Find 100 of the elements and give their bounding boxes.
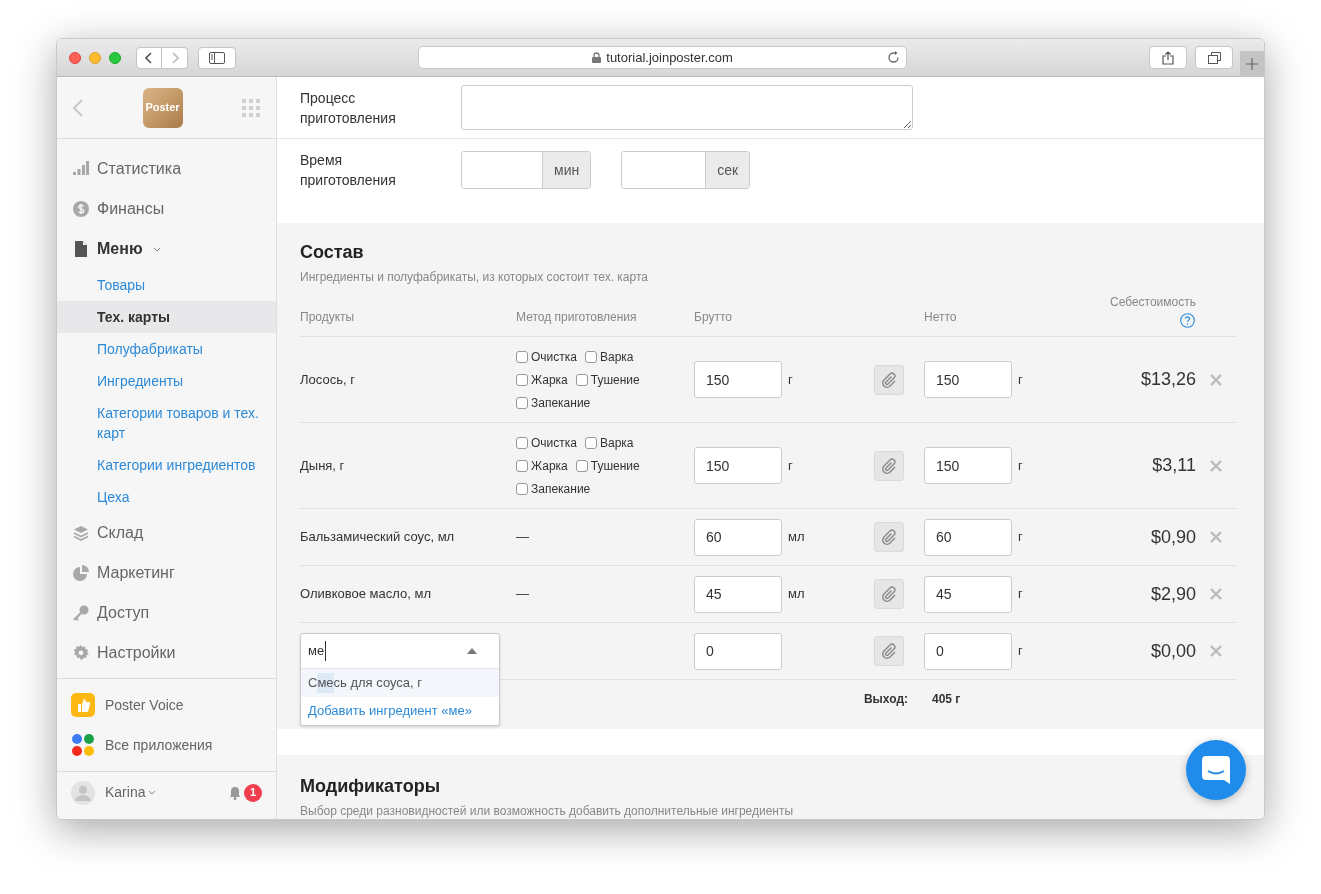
unit-label: г xyxy=(1018,456,1023,475)
reload-icon[interactable] xyxy=(887,51,900,64)
product-name: Лосось, г xyxy=(300,370,355,389)
notification-badge: 1 xyxy=(244,783,262,802)
attach-button[interactable] xyxy=(874,522,904,552)
url-text: tutorial.joinposter.com xyxy=(606,48,733,67)
section-subtitle: Ингредиенты и полуфабрикаты, из которых состоит тех. карта xyxy=(300,269,649,286)
pie-chart-icon xyxy=(73,565,89,581)
dropdown-option[interactable]: Смесь для соуса, г xyxy=(301,669,499,697)
cost-value: $13,26 xyxy=(1140,368,1196,391)
user-menu[interactable]: Karina xyxy=(105,782,157,803)
attach-button[interactable] xyxy=(874,636,904,666)
remove-icon[interactable] xyxy=(1210,588,1222,600)
time-field[interactable]: сек xyxy=(621,151,751,189)
sidebar-toggle-button[interactable] xyxy=(198,46,236,69)
remove-icon[interactable] xyxy=(1210,531,1222,543)
remove-icon[interactable] xyxy=(1210,373,1222,386)
tabs-button[interactable] xyxy=(1195,46,1233,69)
attach-button[interactable] xyxy=(874,364,904,395)
submenu-link[interactable]: Тех. карты xyxy=(57,301,276,333)
column-header: Брутто xyxy=(694,309,732,326)
cost-value: $0,00 xyxy=(1150,639,1196,663)
chevron-right-icon xyxy=(170,51,179,64)
method-checkbox[interactable]: Тушение xyxy=(575,456,640,475)
app-link[interactable]: Poster Voice xyxy=(57,685,276,725)
nav-item[interactable]: Статистика xyxy=(57,149,276,189)
time-field[interactable]: мин xyxy=(461,151,592,189)
cost-value: $3,11 xyxy=(1152,454,1196,477)
submenu-link[interactable]: Цеха xyxy=(57,481,276,513)
nav-item[interactable]: Склад xyxy=(57,513,276,553)
apps-grid-icon[interactable] xyxy=(242,98,260,117)
remove-icon[interactable] xyxy=(1210,645,1222,657)
forward-button[interactable] xyxy=(162,46,188,69)
caret-up-icon xyxy=(467,648,477,654)
number-field[interactable]: 60 xyxy=(694,518,782,556)
field-label: Процесс приготовления xyxy=(300,88,397,128)
column-header: Себестоимость xyxy=(1109,295,1196,309)
remove-icon[interactable] xyxy=(1210,459,1222,472)
unit-label: г xyxy=(1018,528,1023,547)
plus-icon xyxy=(1246,58,1258,70)
help-icon[interactable] xyxy=(1180,313,1195,328)
maximize-icon[interactable] xyxy=(109,51,121,64)
attach-button[interactable] xyxy=(874,579,904,609)
paperclip-icon xyxy=(881,457,897,474)
nav-item[interactable]: Финансы xyxy=(57,189,276,229)
nav-item[interactable]: Меню xyxy=(57,229,276,269)
app-link[interactable]: Все приложения xyxy=(57,725,276,765)
nav-item[interactable]: Настройки xyxy=(57,633,276,673)
minimize-icon[interactable] xyxy=(89,51,101,64)
dash-text: — xyxy=(516,585,529,604)
section-title: Состав xyxy=(300,241,365,264)
method-checkbox[interactable]: Варка xyxy=(585,347,634,366)
colored-dots-icon xyxy=(71,733,95,757)
method-checkbox[interactable]: Жарка xyxy=(516,456,568,475)
bell-icon[interactable] xyxy=(229,785,241,800)
new-tab-button[interactable] xyxy=(1240,51,1264,77)
unit-label: г xyxy=(1018,642,1023,661)
back-button[interactable] xyxy=(136,46,162,69)
method-checkbox[interactable]: Варка xyxy=(585,433,634,452)
submenu-link[interactable]: Категории ингредиентов xyxy=(57,449,276,481)
number-field[interactable]: 150 xyxy=(694,447,782,484)
method-checkbox[interactable]: Тушение xyxy=(575,370,640,389)
cost-value: $0,90 xyxy=(1150,525,1196,549)
chat-button[interactable] xyxy=(1186,740,1246,800)
share-icon xyxy=(1162,50,1174,65)
section-subtitle: Выбор среди разновидностей или возможность добавить дополнительные ингредиенты xyxy=(300,803,795,819)
method-checkbox[interactable]: Запекание xyxy=(516,393,591,412)
sidebar-icon xyxy=(209,51,225,64)
process-textarea[interactable] xyxy=(461,85,913,130)
number-field[interactable]: 0 xyxy=(694,632,782,670)
method-checkbox[interactable]: Очистка xyxy=(516,347,577,366)
number-field[interactable]: 45 xyxy=(694,575,782,613)
nav-item[interactable]: Маркетинг xyxy=(57,553,276,593)
submenu-link[interactable]: Категории товаров и тех. карт xyxy=(57,397,276,449)
chevron-icon xyxy=(152,246,161,252)
method-checkbox[interactable]: Запекание xyxy=(516,479,591,498)
nav-item[interactable]: Доступ xyxy=(57,593,276,633)
method-checkbox[interactable]: Очистка xyxy=(516,433,577,452)
address-bar[interactable]: tutorial.joinposter.com xyxy=(418,46,907,69)
attach-button[interactable] xyxy=(874,450,904,481)
column-header: Метод приготовления xyxy=(516,309,637,326)
number-field[interactable]: 0 xyxy=(924,632,1012,670)
paperclip-icon xyxy=(881,529,897,545)
key-icon xyxy=(73,605,89,621)
chevron-left-icon xyxy=(145,51,153,64)
method-checkbox[interactable]: Жарка xyxy=(516,370,568,389)
number-field[interactable]: 45 xyxy=(924,575,1012,613)
yield-value: 405 г xyxy=(932,690,961,708)
product-name: Оливковое масло, мл xyxy=(300,585,431,604)
avatar-icon[interactable] xyxy=(71,780,95,805)
unit-label: г xyxy=(1018,585,1023,604)
close-icon[interactable] xyxy=(69,51,81,64)
add-ingredient-link[interactable]: Добавить ингредиент «ме» xyxy=(301,697,499,725)
bar-chart-icon xyxy=(73,161,89,177)
number-field[interactable]: 150 xyxy=(694,361,782,398)
number-field[interactable]: 150 xyxy=(924,361,1012,398)
share-button[interactable] xyxy=(1149,46,1187,69)
number-field[interactable]: 150 xyxy=(924,447,1012,484)
column-header: Нетто xyxy=(924,309,957,326)
number-field[interactable]: 60 xyxy=(924,518,1012,556)
